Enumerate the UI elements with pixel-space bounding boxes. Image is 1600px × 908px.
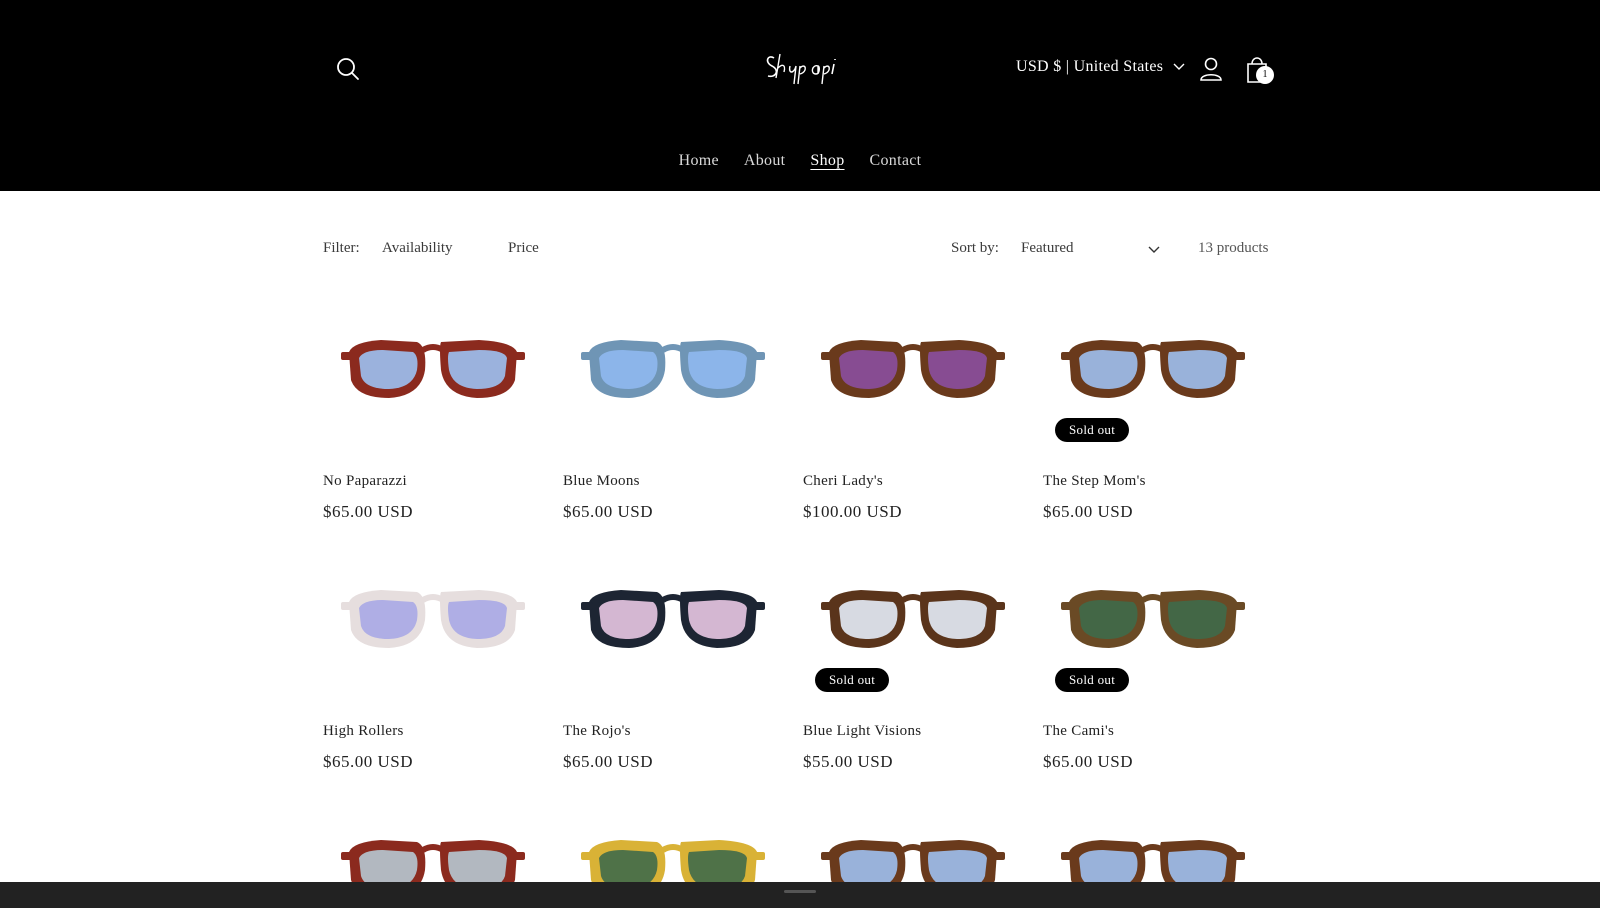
chevron-down-icon[interactable] xyxy=(1148,242,1160,259)
product-image xyxy=(821,340,1005,398)
product-card[interactable] xyxy=(1043,800,1263,882)
product-price: $65.00 USD xyxy=(1043,502,1134,521)
product-image-wrap[interactable] xyxy=(563,550,783,700)
product-image-wrap[interactable] xyxy=(563,300,783,450)
product-card[interactable]: Sold out The Cami's $65.00 USD xyxy=(1043,550,1263,771)
product-card[interactable]: No Paparazzi $65.00 USD xyxy=(323,300,543,521)
filter-label: Filter: xyxy=(323,240,360,256)
bottom-bar xyxy=(0,882,1600,908)
product-image xyxy=(581,840,765,882)
product-card[interactable]: Sold out The Step Mom's $65.00 USD xyxy=(1043,300,1263,521)
product-price: $55.00 USD xyxy=(803,752,894,771)
product-image xyxy=(341,340,525,398)
product-price: $65.00 USD xyxy=(323,752,414,771)
product-image-wrap[interactable]: Sold out xyxy=(1043,300,1263,450)
sold-out-badge: Sold out xyxy=(1055,418,1130,442)
product-name[interactable]: The Step Mom's xyxy=(1043,473,1146,490)
chevron-down-icon xyxy=(1173,63,1185,70)
nav-contact[interactable]: Contact xyxy=(870,152,922,170)
product-image xyxy=(581,590,765,648)
product-image-wrap[interactable]: Sold out xyxy=(803,550,1023,700)
currency-label: USD $ | United States xyxy=(1016,58,1164,75)
cart-count-badge: 1 xyxy=(1256,66,1274,84)
product-name[interactable]: Blue Moons xyxy=(563,473,640,490)
drag-handle[interactable] xyxy=(784,890,816,893)
nav-shop[interactable]: Shop xyxy=(810,152,844,170)
product-card[interactable] xyxy=(323,800,543,882)
product-name[interactable]: The Cami's xyxy=(1043,723,1114,740)
product-card[interactable]: Cheri Lady's $100.00 USD xyxy=(803,300,1023,521)
product-card[interactable]: The Rojo's $65.00 USD xyxy=(563,550,783,771)
product-image xyxy=(341,590,525,648)
sort-label: Sort by: xyxy=(951,240,999,256)
product-count: 13 products xyxy=(1198,240,1269,256)
filter-price[interactable]: Price xyxy=(508,240,539,257)
product-price: $65.00 USD xyxy=(563,502,654,521)
sort-select[interactable]: Featured xyxy=(1021,240,1073,257)
product-image xyxy=(581,340,765,398)
sold-out-badge: Sold out xyxy=(1055,668,1130,692)
product-image-wrap[interactable] xyxy=(803,800,1023,882)
search-icon[interactable] xyxy=(333,54,363,84)
product-name[interactable]: Blue Light Visions xyxy=(803,723,921,740)
product-name[interactable]: High Rollers xyxy=(323,723,404,740)
product-price: $65.00 USD xyxy=(1043,752,1134,771)
product-image-wrap[interactable] xyxy=(323,300,543,450)
product-image-wrap[interactable] xyxy=(803,300,1023,450)
main-nav: Home About Shop Contact xyxy=(0,152,1600,170)
currency-selector[interactable]: USD $ | United States xyxy=(1016,58,1185,76)
product-image xyxy=(341,840,525,882)
product-name[interactable]: The Rojo's xyxy=(563,723,631,740)
sold-out-badge: Sold out xyxy=(815,668,890,692)
product-price: $100.00 USD xyxy=(803,502,903,521)
product-image-wrap[interactable] xyxy=(323,550,543,700)
filter-sort-bar: Filter: Availability Price Sort by: Feat… xyxy=(323,240,1276,262)
product-name[interactable]: Cheri Lady's xyxy=(803,473,883,490)
nav-about[interactable]: About xyxy=(744,152,786,170)
product-image-wrap[interactable]: Sold out xyxy=(1043,550,1263,700)
brand-logo[interactable] xyxy=(760,44,840,90)
site-header: USD $ | United States 1 Home About Shop … xyxy=(0,0,1600,191)
product-price: $65.00 USD xyxy=(323,502,414,521)
account-icon[interactable] xyxy=(1197,55,1225,83)
product-image-wrap[interactable] xyxy=(323,800,543,882)
product-image-wrap[interactable] xyxy=(1043,800,1263,882)
product-card[interactable] xyxy=(563,800,783,882)
product-image-wrap[interactable] xyxy=(563,800,783,882)
product-image xyxy=(1061,840,1245,882)
product-card[interactable]: Sold out Blue Light Visions $55.00 USD xyxy=(803,550,1023,771)
product-card[interactable]: High Rollers $65.00 USD xyxy=(323,550,543,771)
nav-home[interactable]: Home xyxy=(679,152,719,170)
product-price: $65.00 USD xyxy=(563,752,654,771)
product-name[interactable]: No Paparazzi xyxy=(323,473,407,490)
product-image xyxy=(821,840,1005,882)
filter-availability[interactable]: Availability xyxy=(382,240,453,257)
product-card[interactable]: Blue Moons $65.00 USD xyxy=(563,300,783,521)
product-card[interactable] xyxy=(803,800,1023,882)
